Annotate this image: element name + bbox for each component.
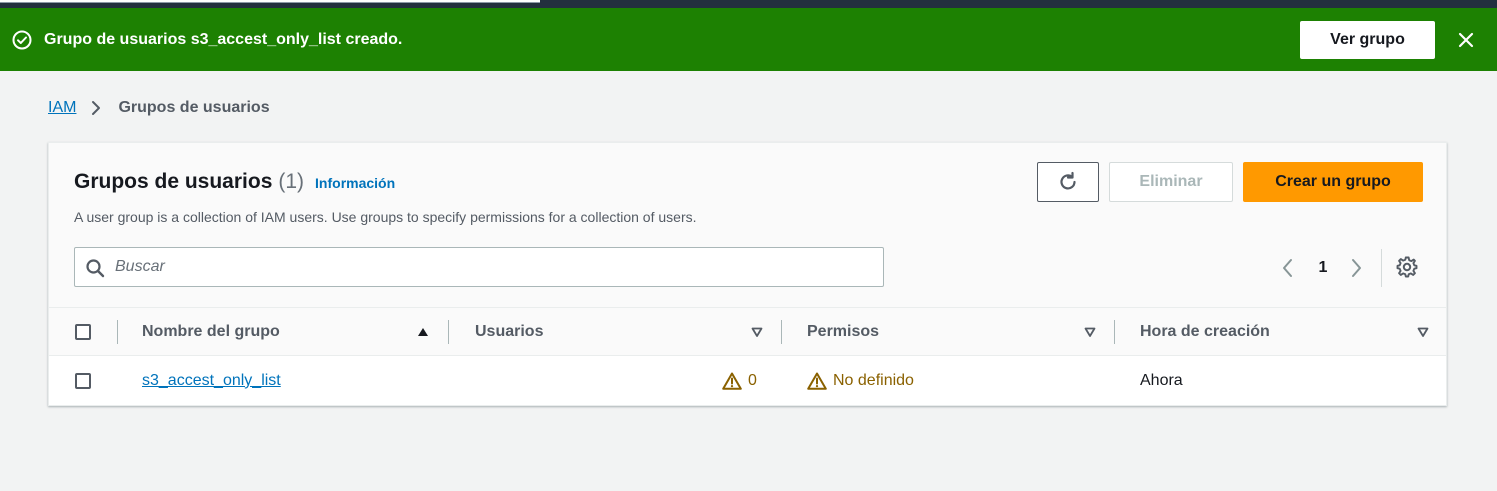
- created-value: Ahora: [1140, 371, 1183, 389]
- search-input[interactable]: [115, 256, 875, 278]
- created-cell: Ahora: [1140, 356, 1183, 405]
- check-circle-icon: [12, 30, 32, 50]
- warning-icon: [722, 372, 742, 390]
- breadcrumb-current: Grupos de usuarios: [118, 99, 270, 116]
- refresh-button[interactable]: [1037, 162, 1099, 202]
- users-cell: 0: [722, 356, 757, 405]
- pager-divider: [1381, 249, 1382, 287]
- sort-ascending-icon[interactable]: [417, 326, 429, 338]
- delete-button[interactable]: Eliminar: [1109, 162, 1233, 202]
- group-name-link[interactable]: s3_accest_only_list: [142, 372, 281, 390]
- column-divider: [1114, 320, 1115, 344]
- close-icon[interactable]: [1456, 30, 1476, 50]
- sort-caret-down-icon[interactable]: [1084, 326, 1096, 338]
- table-row: s3_accest_only_list 0 No definido Ahora: [49, 356, 1446, 405]
- sort-caret-down-icon[interactable]: [1417, 326, 1429, 338]
- chevron-right-icon: [92, 101, 101, 115]
- warning-icon: [807, 372, 827, 390]
- breadcrumb: IAM Grupos de usuarios: [48, 96, 270, 120]
- group-name-cell: s3_accest_only_list: [142, 356, 281, 405]
- chevron-left-icon[interactable]: [1277, 257, 1299, 279]
- refresh-icon: [1060, 171, 1076, 190]
- page-title: Grupos de usuarios (1) Información: [74, 169, 395, 196]
- permissions-cell: No definido: [807, 356, 914, 405]
- column-header-name[interactable]: Nombre del grupo: [142, 308, 280, 356]
- column-header-permissions[interactable]: Permisos: [807, 308, 879, 356]
- group-count: (1): [278, 170, 305, 193]
- users-count: 0: [748, 371, 757, 389]
- success-flash-banner: Grupo de usuarios s3_accest_only_list cr…: [0, 8, 1497, 71]
- panel-description: A user group is a collection of IAM user…: [74, 209, 697, 225]
- gear-icon[interactable]: [1395, 255, 1419, 279]
- column-divider: [781, 320, 782, 344]
- user-groups-panel: Grupos de usuarios (1) Información A use…: [48, 142, 1447, 406]
- create-group-button[interactable]: Crear un grupo: [1243, 162, 1423, 202]
- chevron-right-icon[interactable]: [1345, 257, 1367, 279]
- search-box: [74, 247, 884, 287]
- column-header-users[interactable]: Usuarios: [475, 308, 543, 356]
- top-bar: [0, 0, 1497, 8]
- column-divider: [117, 320, 118, 344]
- select-all-checkbox[interactable]: [75, 324, 91, 340]
- info-link[interactable]: Información: [315, 170, 395, 196]
- breadcrumb-iam-link[interactable]: IAM: [48, 99, 76, 117]
- row-select-checkbox[interactable]: [75, 373, 91, 389]
- search-icon: [86, 259, 105, 278]
- table-header: Nombre del grupo Usuarios Permisos Hora …: [49, 307, 1446, 356]
- permissions-value: No definido: [833, 371, 914, 389]
- sort-caret-down-icon[interactable]: [751, 326, 763, 338]
- flash-message: Grupo de usuarios s3_accest_only_list cr…: [44, 31, 403, 48]
- column-header-created[interactable]: Hora de creación: [1140, 308, 1270, 356]
- address-field-edge: [0, 0, 540, 3]
- view-group-button[interactable]: Ver grupo: [1300, 21, 1435, 59]
- column-divider: [448, 320, 449, 344]
- panel-title: Grupos de usuarios: [74, 170, 273, 193]
- current-page[interactable]: 1: [1313, 257, 1333, 279]
